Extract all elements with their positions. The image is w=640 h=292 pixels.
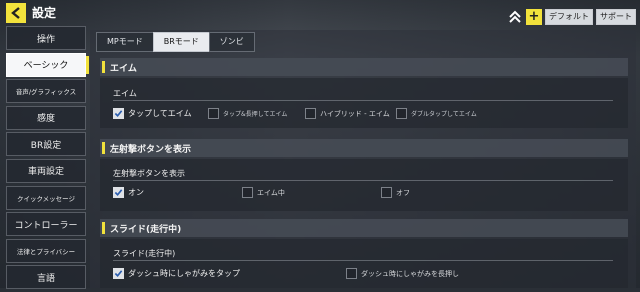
checkbox[interactable]	[346, 268, 357, 279]
option-label: ダッシュ時にしゃがみを長押し	[361, 269, 459, 278]
aim-sub-label: エイム	[113, 89, 137, 98]
checkbox-checked[interactable]	[113, 108, 124, 119]
checkbox-checked[interactable]	[113, 268, 124, 279]
option-slide-tap[interactable]: ダッシュ時にしゃがみをタップ	[113, 268, 240, 279]
plus-button[interactable]: +	[526, 9, 542, 25]
option-label: オン	[128, 188, 144, 197]
checkmark-icon	[114, 110, 123, 117]
double-chevron-up-icon	[509, 10, 521, 23]
checkmark-icon	[114, 189, 123, 196]
settings-panel: MPモード BRモード ゾンビ エイム エイム タップしてエイム タップ&長押し…	[90, 30, 636, 288]
support-button[interactable]: サポート	[596, 9, 636, 25]
sidebar-item-audio-graphics[interactable]: 音声/グラフィックス	[6, 79, 86, 104]
divider	[113, 100, 613, 101]
section-title: スライド(走行中)	[110, 224, 182, 235]
section-accent	[102, 142, 105, 154]
checkbox[interactable]	[381, 187, 392, 198]
sidebar-item-quick-message[interactable]: クイックメッセージ	[6, 185, 86, 210]
checkbox[interactable]	[208, 108, 219, 119]
sidebar-item-br-settings[interactable]: BR設定	[6, 132, 86, 157]
sidebar-item-legal-privacy[interactable]: 法律とプライバシー	[6, 238, 86, 263]
mode-tabs: MPモード BRモード ゾンビ	[96, 32, 255, 52]
option-slide-hold[interactable]: ダッシュ時にしゃがみを長押し	[346, 268, 459, 279]
tab-zombie[interactable]: ゾンビ	[208, 32, 255, 52]
checkbox[interactable]	[242, 187, 253, 198]
option-label: オフ	[396, 188, 410, 197]
section-title: エイム	[110, 63, 137, 74]
page-title: 設定	[32, 6, 57, 20]
tab-mp-mode[interactable]: MPモード	[96, 32, 153, 52]
checkbox-checked[interactable]	[113, 187, 124, 198]
option-label: ダブルタップしてエイム	[411, 111, 477, 118]
back-arrow-icon	[11, 7, 20, 19]
option-hybrid-aim[interactable]: ハイブリッド - エイム	[305, 108, 390, 119]
option-tap-aim[interactable]: タップしてエイム	[113, 108, 192, 119]
section-body-slide: スライド(走行中) ダッシュ時にしゃがみをタップ ダッシュ時にしゃがみを長押し	[100, 239, 628, 288]
section-header-aim: エイム	[100, 58, 628, 76]
collapse-button[interactable]	[507, 9, 523, 25]
section-accent	[102, 61, 105, 73]
sidebar-item-vehicle[interactable]: 車両設定	[6, 158, 86, 183]
sidebar: 操作 ベーシック 音声/グラフィックス 感度 BR設定 車両設定 クイックメッセ…	[6, 26, 89, 292]
checkbox[interactable]	[305, 108, 316, 119]
section-body-aim: エイム タップしてエイム タップ&長押してエイム ハイブリッド - エイム ダブ…	[100, 78, 628, 128]
option-label: エイム中	[257, 188, 285, 197]
option-hold-aim[interactable]: タップ&長押してエイム	[208, 108, 287, 119]
section-header-slide: スライド(走行中)	[100, 219, 628, 237]
option-label: ハイブリッド - エイム	[320, 109, 390, 118]
slide-sub-label: スライド(走行中)	[113, 249, 176, 258]
option-label: ダッシュ時にしゃがみをタップ	[128, 269, 240, 278]
checkmark-icon	[114, 270, 123, 277]
sidebar-item-controls[interactable]: 操作	[6, 26, 86, 50]
option-fire-aiming[interactable]: エイム中	[242, 187, 285, 198]
section-title: 左射撃ボタンを表示	[110, 144, 192, 155]
sidebar-item-controller[interactable]: コントローラー	[6, 212, 86, 237]
section-header-left-fire: 左射撃ボタンを表示	[100, 139, 628, 157]
tab-br-mode[interactable]: BRモード	[152, 32, 209, 52]
sidebar-item-basic[interactable]: ベーシック	[6, 52, 89, 77]
fire-sub-label: 左射撃ボタンを表示	[113, 169, 185, 178]
divider	[113, 260, 613, 261]
default-button[interactable]: デフォルト	[545, 9, 593, 25]
top-bar: 設定 + デフォルト サポート	[0, 0, 640, 26]
section-accent	[102, 222, 105, 234]
sidebar-item-language[interactable]: 言語	[6, 265, 86, 290]
checkbox[interactable]	[396, 108, 407, 119]
option-fire-off[interactable]: オフ	[381, 187, 410, 198]
option-fire-on[interactable]: オン	[113, 187, 144, 198]
divider	[113, 180, 613, 181]
top-actions: + デフォルト サポート	[507, 9, 636, 25]
back-button[interactable]	[6, 3, 26, 23]
sidebar-item-sensitivity[interactable]: 感度	[6, 105, 86, 130]
option-double-tap-aim[interactable]: ダブルタップしてエイム	[396, 108, 477, 119]
option-label: タップ&長押してエイム	[223, 111, 288, 118]
section-body-left-fire: 左射撃ボタンを表示 オン エイム中 オフ	[100, 159, 628, 211]
option-label: タップしてエイム	[128, 109, 192, 118]
